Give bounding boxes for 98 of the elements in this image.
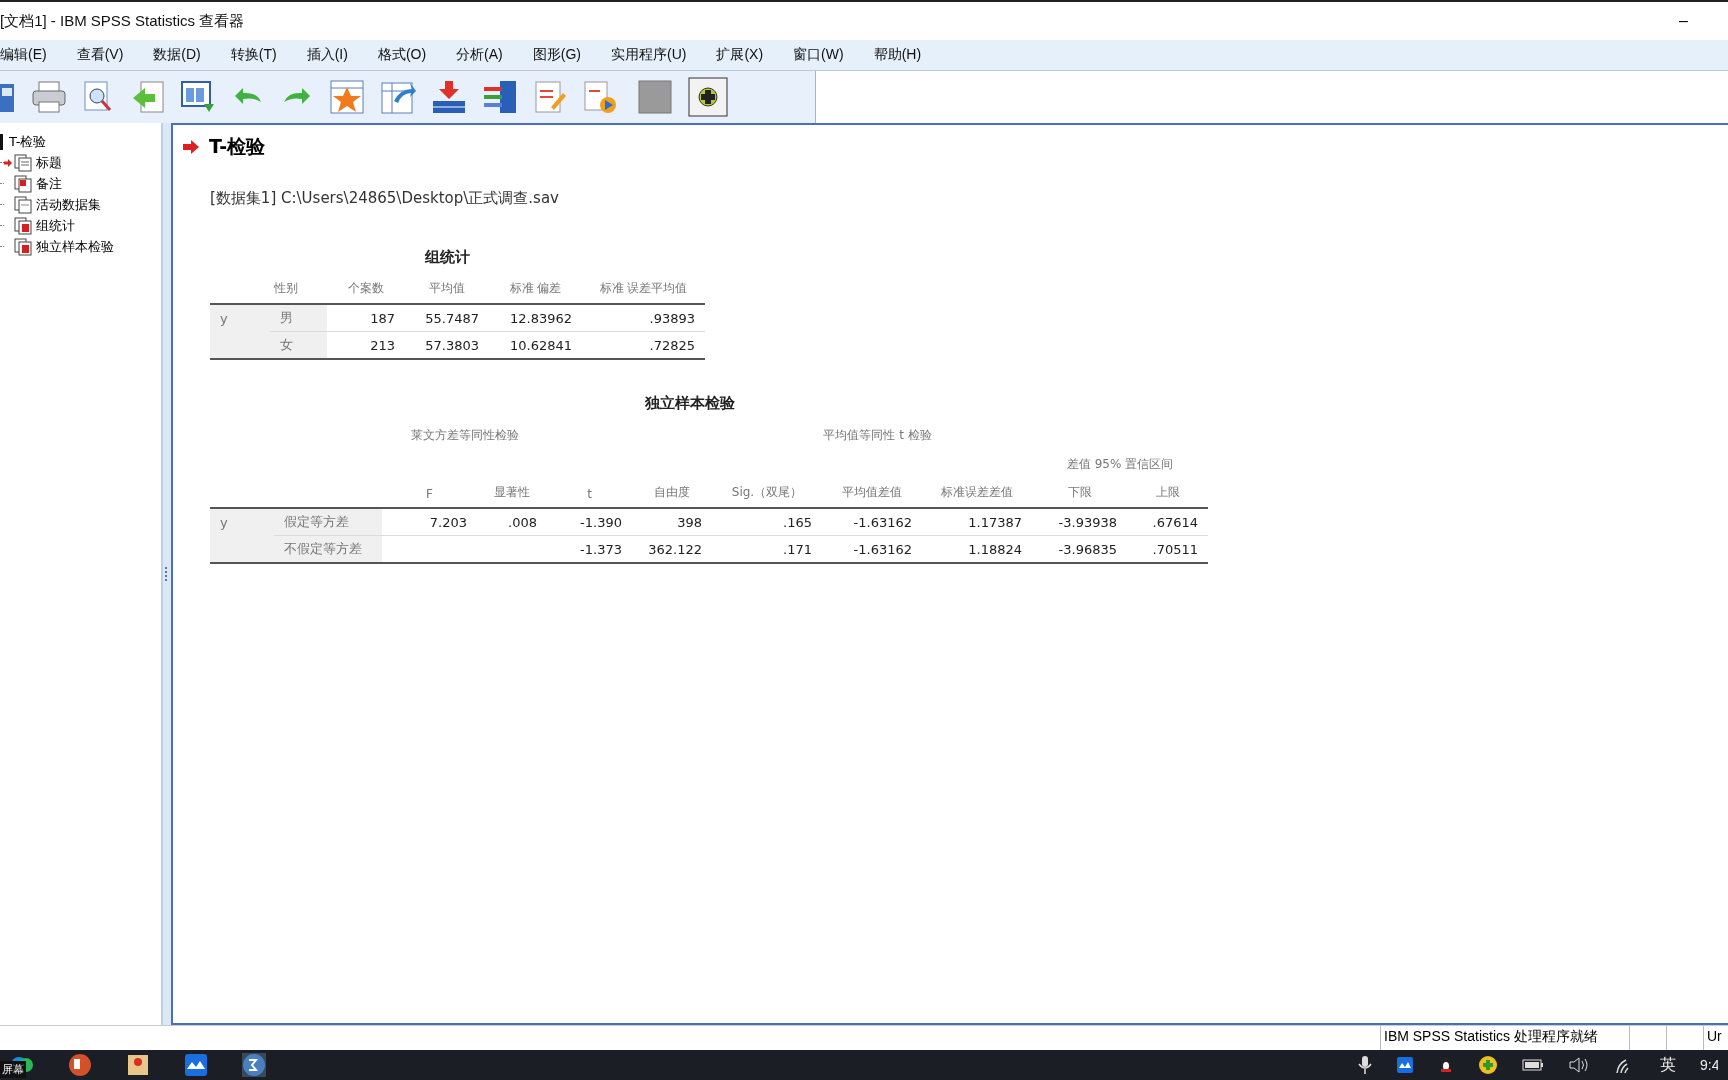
table-cell: -1.63162 xyxy=(853,541,912,557)
column-header: 平均值 xyxy=(429,281,465,295)
table-cell: .165 xyxy=(783,514,812,530)
menu-item[interactable]: 转换(T) xyxy=(230,46,288,64)
table-cell: 1.18824 xyxy=(968,541,1022,557)
speaker-icon[interactable] xyxy=(1568,1056,1590,1074)
table-cell: .72825 xyxy=(649,337,695,353)
table-cell: 213 xyxy=(370,337,395,353)
menu-item[interactable]: 实用程序(U) xyxy=(611,46,698,64)
column-header: 个案数 xyxy=(348,281,384,295)
star-table-icon[interactable] xyxy=(329,79,365,115)
menu-item[interactable]: 扩展(X) xyxy=(716,46,775,64)
menu-item[interactable]: 分析(A) xyxy=(456,46,514,64)
statistics-app-icon[interactable] xyxy=(242,1053,266,1077)
menu-item[interactable]: 插入(I) xyxy=(306,46,359,64)
table-page-icon xyxy=(14,237,32,256)
column-header: F xyxy=(426,487,433,501)
table-cell: -1.373 xyxy=(580,541,622,557)
column-header: 性别 xyxy=(274,281,298,295)
table-cell: .70511 xyxy=(1152,541,1198,557)
column-group-header: 平均值等同性 t 检验 xyxy=(823,428,932,442)
blank-square-icon[interactable] xyxy=(637,79,673,115)
table-page-icon xyxy=(14,216,32,235)
dataset-path: [数据集1] C:\Users\24865\Desktop\正式调查.sav xyxy=(210,189,560,208)
insert-row-icon[interactable] xyxy=(431,79,467,115)
menu-item[interactable]: 数据(D) xyxy=(153,46,212,64)
row-header: 女 xyxy=(280,337,293,352)
column-header: 上限 xyxy=(1155,485,1180,499)
table-cell: .93893 xyxy=(649,310,695,326)
magnifier-page-icon[interactable] xyxy=(82,80,114,114)
input-method-indicator[interactable]: 英 xyxy=(1660,1054,1676,1076)
column-header: 标准 误差平均值 xyxy=(599,281,688,295)
minimize-button[interactable]: – xyxy=(1673,12,1694,30)
table-cell: 55.7487 xyxy=(425,310,479,326)
presentation-app-icon[interactable] xyxy=(68,1053,92,1077)
column-header: Sig.（双尾） xyxy=(731,485,803,499)
column-group-header: 莱文方差等同性检验 xyxy=(410,428,519,442)
table-cell: 187 xyxy=(370,310,395,326)
table-title: 组统计 xyxy=(425,248,470,267)
page-pencil-icon[interactable] xyxy=(533,79,567,115)
column-header: 标准 偏差 xyxy=(509,281,562,295)
tree-item[interactable]: T-检验 xyxy=(0,131,161,152)
penguin-icon[interactable] xyxy=(1438,1055,1454,1075)
row-header: 男 xyxy=(280,310,293,325)
row-header: 假定等方差 xyxy=(284,514,349,529)
menu-item[interactable]: 图形(G) xyxy=(532,46,592,64)
tree-item[interactable]: 独立样本检验 xyxy=(36,237,114,256)
colored-bars-icon[interactable] xyxy=(482,79,518,115)
page-play-icon[interactable] xyxy=(582,79,618,115)
image-app-icon[interactable] xyxy=(126,1053,150,1077)
output-heading: T-检验 xyxy=(209,134,266,159)
table-cell: -1.390 xyxy=(580,514,622,530)
table-cell: .171 xyxy=(783,541,812,557)
column-header: 自由度 xyxy=(654,485,690,499)
title-page-icon xyxy=(14,153,32,172)
table-cell: 57.3803 xyxy=(425,337,479,353)
menu-item[interactable]: 查看(V) xyxy=(76,46,135,64)
tree-item[interactable]: 组统计 xyxy=(36,216,75,235)
document-icon xyxy=(14,195,32,214)
arrow-icon xyxy=(183,140,199,154)
menu-item[interactable]: 格式(O) xyxy=(377,46,438,64)
table-cell: 1.17387 xyxy=(968,514,1022,530)
plus-circle-icon[interactable] xyxy=(1478,1055,1498,1075)
row-header: y xyxy=(220,514,228,530)
table-cell: 10.62841 xyxy=(509,337,572,353)
column-header: 平均值差值 xyxy=(842,485,902,499)
tree-item[interactable]: 备注 xyxy=(36,174,62,193)
table-cell: 362.122 xyxy=(648,541,702,557)
battery-icon[interactable] xyxy=(1522,1058,1544,1072)
tooltip: 屏幕 xyxy=(0,1061,26,1078)
table-cell: .008 xyxy=(508,514,537,530)
table-cell: 7.203 xyxy=(429,514,467,530)
table-cell: 398 xyxy=(677,514,702,530)
tree-item[interactable]: 标题 xyxy=(36,153,62,172)
add-icon[interactable] xyxy=(688,77,728,117)
table-cell: 12.83962 xyxy=(509,310,572,326)
window-arrow-icon[interactable] xyxy=(180,80,216,114)
printer-icon[interactable] xyxy=(31,80,67,114)
row-header: 不假定等方差 xyxy=(284,541,362,556)
row-header: y xyxy=(220,310,228,326)
window-title: [文档1] - IBM SPSS Statistics 查看器 xyxy=(0,11,245,31)
table-cell: -1.63162 xyxy=(853,514,912,530)
column-header: t xyxy=(587,487,592,501)
column-header: 标准误差差值 xyxy=(941,485,1013,499)
menu-item[interactable]: 编辑(E) xyxy=(0,46,58,64)
column-header: 下限 xyxy=(1067,485,1092,499)
notes-page-icon xyxy=(14,174,32,193)
menu-item[interactable]: 帮助(H) xyxy=(873,46,933,64)
table-cell: -3.96835 xyxy=(1058,541,1117,557)
table-title: 独立样本检验 xyxy=(645,394,735,413)
table-cell: .67614 xyxy=(1152,514,1198,530)
column-header: 显著性 xyxy=(494,485,530,499)
menu-item[interactable]: 窗口(W) xyxy=(793,46,855,64)
tree-item[interactable]: 活动数据集 xyxy=(36,195,101,214)
column-group-header: 差值 95% 置信区间 xyxy=(1066,457,1174,471)
table-cell: -3.93938 xyxy=(1058,514,1117,530)
microphone-icon[interactable] xyxy=(1358,1055,1372,1075)
splitter-handle[interactable] xyxy=(164,567,170,581)
